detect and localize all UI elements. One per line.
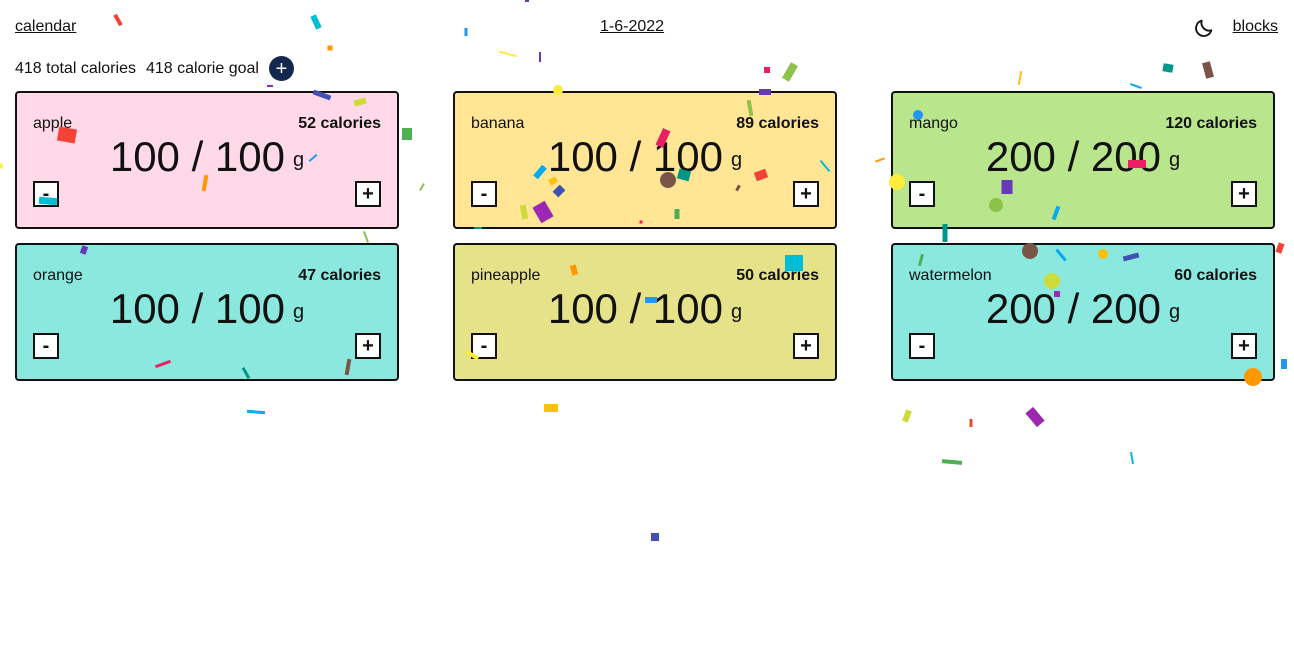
moon-icon[interactable] <box>1193 17 1215 39</box>
decrease-button[interactable]: - <box>909 333 935 359</box>
amount-value: 100 / 100 <box>547 285 724 332</box>
calorie-summary: 418 total calories 418 calorie goal + <box>15 56 294 81</box>
confetti-piece <box>267 85 273 87</box>
confetti-piece <box>419 183 425 191</box>
food-card-watermelon: watermelon 60 calories 200 / 200 g - + <box>891 243 1275 381</box>
food-card-pineapple: pineapple 50 calories 100 / 100 g - + <box>453 243 837 381</box>
food-amount: 200 / 200 g <box>893 133 1273 184</box>
confetti-piece <box>1275 242 1285 254</box>
calorie-goal: 418 calorie goal <box>145 59 259 77</box>
increase-button[interactable]: + <box>1231 181 1257 207</box>
food-card-orange: orange 47 calories 100 / 100 g - + <box>15 243 399 381</box>
confetti-piece <box>544 404 558 412</box>
food-name: mango <box>909 115 958 132</box>
confetti-piece <box>1129 451 1135 465</box>
increase-button[interactable]: + <box>793 333 819 359</box>
food-amount: 100 / 100 g <box>455 285 835 336</box>
confetti-piece <box>941 459 963 465</box>
food-calories: 47 calories <box>298 267 381 284</box>
food-calories: 52 calories <box>298 115 381 132</box>
decrease-button[interactable]: - <box>471 181 497 207</box>
food-calories: 120 calories <box>1165 115 1257 132</box>
food-calories: 60 calories <box>1174 267 1257 284</box>
confetti-piece <box>499 50 517 58</box>
food-amount: 100 / 100 g <box>17 285 397 336</box>
amount-value: 100 / 100 <box>547 133 724 180</box>
decrease-button[interactable]: - <box>471 333 497 359</box>
confetti-piece <box>1130 83 1142 89</box>
blocks-link[interactable]: blocks <box>1233 18 1278 36</box>
confetti-piece <box>327 45 333 51</box>
confetti-piece <box>651 533 659 541</box>
food-amount: 200 / 200 g <box>893 285 1273 336</box>
confetti-piece <box>402 128 412 140</box>
total-calories: 418 total calories <box>15 59 136 77</box>
food-calories: 50 calories <box>736 267 819 284</box>
confetti-piece <box>1025 406 1045 428</box>
confetti-piece <box>525 0 529 2</box>
food-name: apple <box>33 115 73 132</box>
confetti-piece <box>363 231 369 243</box>
food-card-banana: banana 89 calories 100 / 100 g - + <box>453 91 837 229</box>
confetti-piece <box>764 67 770 73</box>
amount-value: 200 / 200 <box>985 285 1162 332</box>
confetti-piece <box>1281 359 1287 369</box>
food-name: orange <box>33 267 83 284</box>
amount-unit: g <box>1169 148 1181 171</box>
confetti-piece <box>246 409 266 415</box>
increase-button[interactable]: + <box>355 181 381 207</box>
decrease-button[interactable]: - <box>33 333 59 359</box>
increase-button[interactable]: + <box>355 333 381 359</box>
confetti-piece <box>0 163 3 169</box>
calendar-link[interactable]: calendar <box>15 18 76 36</box>
amount-unit: g <box>293 148 305 171</box>
amount-unit: g <box>731 148 743 171</box>
decrease-button[interactable]: - <box>909 181 935 207</box>
confetti-piece <box>969 419 973 427</box>
page: calendar 1-6-2022 blocks 418 total calor… <box>0 0 1294 668</box>
food-amount: 100 / 100 g <box>17 133 397 184</box>
food-name: watermelon <box>909 267 992 284</box>
food-calories: 89 calories <box>736 115 819 132</box>
decrease-button[interactable]: - <box>33 181 59 207</box>
increase-button[interactable]: + <box>793 181 819 207</box>
amount-value: 100 / 100 <box>109 285 286 332</box>
food-card-mango: mango 120 calories 200 / 200 g - + <box>891 91 1275 229</box>
confetti-piece <box>902 409 912 423</box>
confetti-piece <box>1202 61 1214 79</box>
confetti-piece <box>874 157 886 163</box>
food-amount: 100 / 100 g <box>455 133 835 184</box>
confetti-piece <box>1162 63 1174 73</box>
confetti-piece <box>113 13 123 27</box>
food-name: banana <box>471 115 525 132</box>
confetti-piece <box>310 14 322 30</box>
amount-unit: g <box>293 300 305 323</box>
amount-value: 200 / 200 <box>985 133 1162 180</box>
food-card-apple: apple 52 calories 100 / 100 g - + <box>15 91 399 229</box>
amount-unit: g <box>731 300 743 323</box>
increase-button[interactable]: + <box>1231 333 1257 359</box>
confetti-piece <box>782 62 798 82</box>
food-name: pineapple <box>471 267 541 284</box>
amount-value: 100 / 100 <box>109 133 286 180</box>
amount-unit: g <box>1169 300 1181 323</box>
date-link[interactable]: 1-6-2022 <box>600 18 664 36</box>
confetti-piece <box>1017 70 1023 86</box>
add-food-button[interactable]: + <box>268 56 294 81</box>
confetti-piece <box>464 28 468 36</box>
confetti-piece <box>539 52 541 62</box>
